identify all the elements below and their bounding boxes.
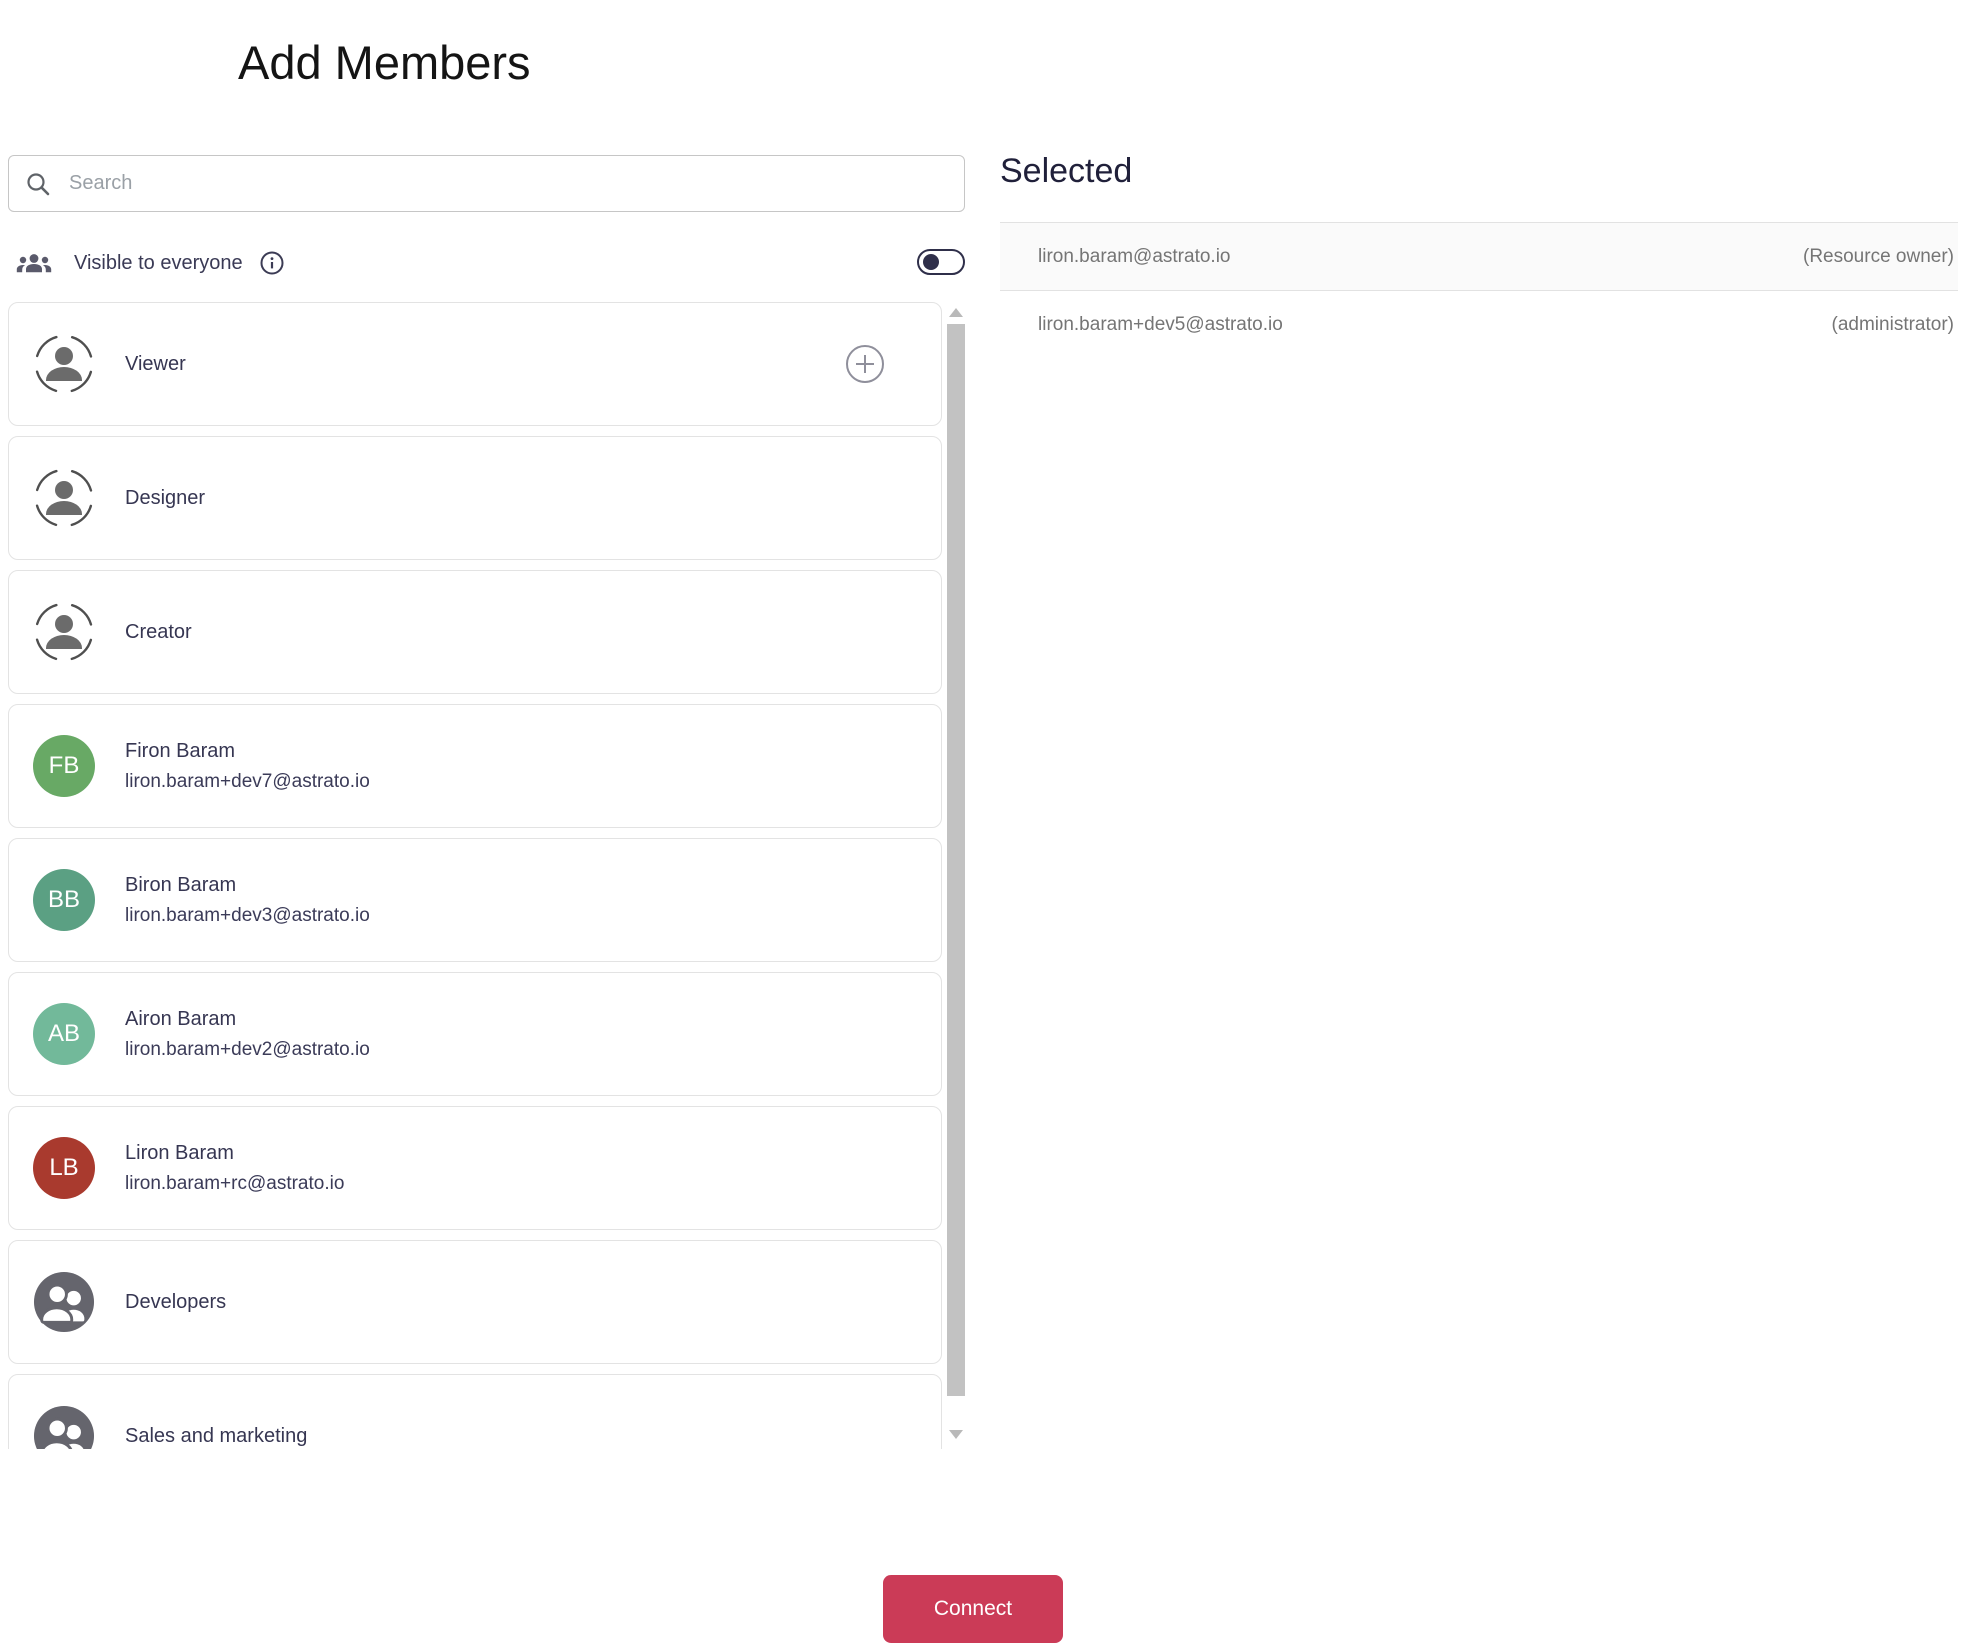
selected-row[interactable]: liron.baram+dev5@astrato.io (administrat… — [1000, 290, 1958, 358]
member-list-viewport: Viewer Designer Creator FB Firon Baram l… — [8, 302, 965, 1449]
list-item-role[interactable]: Designer — [8, 436, 942, 560]
list-item-user[interactable]: LB Liron Baram liron.baram+rc@astrato.io — [8, 1106, 942, 1230]
avatar: LB — [33, 1137, 95, 1199]
selected-row[interactable]: liron.baram@astrato.io (Resource owner) — [1000, 222, 1958, 290]
visibility-row: Visible to everyone — [8, 243, 965, 283]
visibility-toggle[interactable] — [917, 249, 965, 275]
scroll-down-arrow-icon[interactable] — [949, 1430, 963, 1439]
selected-rows: liron.baram@astrato.io (Resource owner) … — [1000, 222, 1958, 358]
role-person-icon — [33, 467, 95, 529]
selected-email: liron.baram@astrato.io — [1038, 245, 1231, 267]
role-label: Designer — [125, 486, 206, 509]
list-item-user[interactable]: FB Firon Baram liron.baram+dev7@astrato.… — [8, 704, 942, 828]
list-item-group[interactable]: Sales and marketing — [8, 1374, 942, 1449]
scrollbar-thumb[interactable] — [947, 324, 965, 1396]
user-name: Firon Baram — [125, 739, 236, 762]
avatar-initials: BB — [47, 886, 80, 913]
info-icon[interactable] — [259, 250, 285, 276]
role-label: Creator — [125, 620, 192, 643]
group-icon — [33, 1405, 95, 1449]
group-label: Developers — [125, 1290, 227, 1313]
role-label: Viewer — [125, 352, 186, 375]
user-name: Airon Baram — [125, 1007, 237, 1030]
groups-icon — [16, 250, 52, 276]
user-name: Liron Baram — [125, 1141, 234, 1164]
list-item-role[interactable]: Viewer — [8, 302, 942, 426]
avatar: AB — [33, 1003, 95, 1065]
selected-panel: Selected liron.baram@astrato.io (Resourc… — [1000, 150, 1958, 358]
member-list: Viewer Designer Creator FB Firon Baram l… — [8, 302, 942, 1449]
user-email: liron.baram+rc@astrato.io — [125, 1172, 345, 1194]
search-icon — [25, 171, 51, 197]
role-person-icon — [33, 601, 95, 663]
user-email: liron.baram+dev7@astrato.io — [125, 770, 370, 792]
avatar-initials: LB — [49, 1154, 79, 1181]
add-icon[interactable] — [845, 344, 885, 384]
list-item-user[interactable]: BB Biron Baram liron.baram+dev3@astrato.… — [8, 838, 942, 962]
toggle-knob — [923, 254, 939, 270]
selected-email: liron.baram+dev5@astrato.io — [1038, 313, 1283, 335]
list-item-user[interactable]: AB Airon Baram liron.baram+dev2@astrato.… — [8, 972, 942, 1096]
list-item-role[interactable]: Creator — [8, 570, 942, 694]
scrollbar[interactable] — [947, 302, 965, 1449]
user-email: liron.baram+dev3@astrato.io — [125, 904, 370, 926]
search-input[interactable] — [67, 171, 948, 196]
scroll-up-arrow-icon[interactable] — [949, 308, 963, 317]
avatar: BB — [33, 869, 95, 931]
list-item-group[interactable]: Developers — [8, 1240, 942, 1364]
user-name: Biron Baram — [125, 873, 237, 896]
selected-role: (administrator) — [1831, 313, 1954, 335]
selected-title: Selected — [1000, 152, 1133, 190]
avatar: FB — [33, 735, 95, 797]
selected-role: (Resource owner) — [1803, 245, 1954, 267]
visibility-label: Visible to everyone — [74, 251, 243, 274]
search-box[interactable] — [8, 155, 965, 212]
role-person-icon — [33, 333, 95, 395]
avatar-initials: AB — [47, 1020, 80, 1047]
avatar-initials: FB — [48, 752, 80, 779]
member-picker-panel: Visible to everyone Viewer — [8, 155, 965, 1449]
connect-button[interactable]: Connect — [883, 1575, 1063, 1643]
group-icon — [33, 1271, 95, 1333]
group-label: Sales and marketing — [125, 1424, 308, 1447]
user-email: liron.baram+dev2@astrato.io — [125, 1038, 370, 1060]
page-title: Add Members — [238, 36, 531, 90]
